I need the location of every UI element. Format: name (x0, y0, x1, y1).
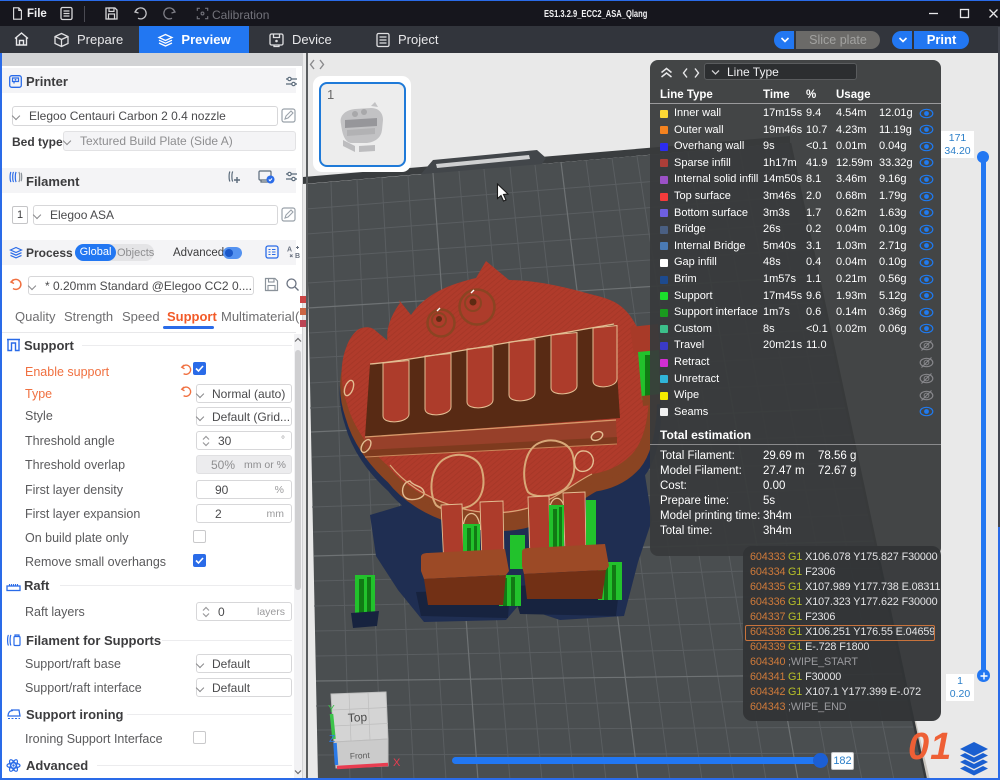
svg-text:B: B (295, 253, 300, 259)
svg-text:Top: Top (347, 710, 367, 725)
svg-text:Y: Y (328, 704, 335, 715)
svg-text:A: A (287, 247, 292, 254)
svg-text:Front: Front (350, 750, 371, 761)
svg-text:X: X (393, 757, 401, 769)
svg-text:Z: Z (329, 734, 335, 745)
